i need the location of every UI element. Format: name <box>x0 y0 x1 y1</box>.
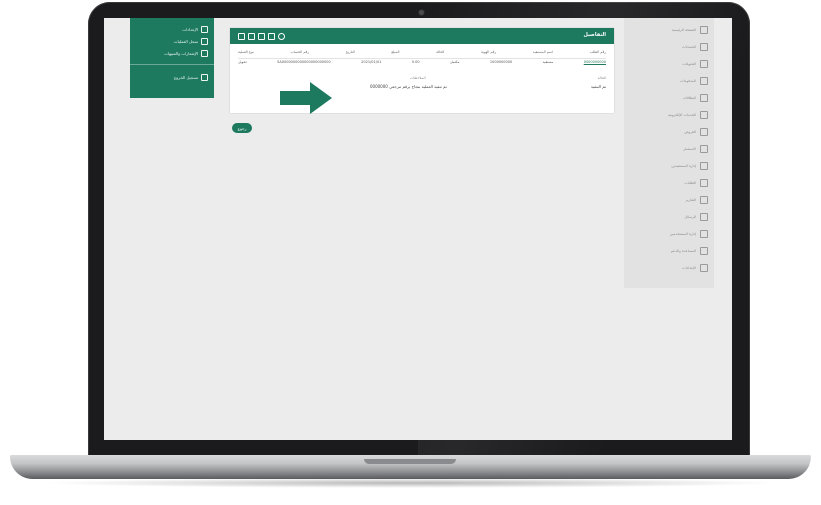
sidebar-item-investment[interactable]: الاستثمار <box>624 141 714 156</box>
table-header: رقم الطلب اسم المستفيد رقم الهوية الحالة… <box>238 50 606 59</box>
sidebar-item-label: الطلبات <box>684 180 697 185</box>
column-header[interactable]: المبلغ <box>391 50 399 58</box>
sidebar-item-label: الاستثمار <box>683 146 696 151</box>
chart-icon <box>700 144 708 153</box>
sidebar-item-accounts[interactable]: الحسابات <box>624 39 714 54</box>
table-cell: SA0000000000000000000000 <box>277 60 331 64</box>
sidebar-item-label: التحويلات <box>682 61 696 66</box>
bell-icon <box>201 49 208 57</box>
accounts-icon <box>700 42 708 51</box>
column-header[interactable]: نوع العملية <box>238 50 254 58</box>
log-icon <box>201 37 208 45</box>
card-icon <box>700 93 708 102</box>
info-icon[interactable] <box>278 33 285 40</box>
quick-action-label: الإشعارات والتنبيهات <box>164 50 198 56</box>
mail-icon <box>700 212 708 221</box>
sidebar-item-label: الخدمات الإلكترونية <box>667 112 696 117</box>
sidebar-item-label: الصفحة الرئيسية <box>671 27 696 32</box>
laptop-notch <box>364 459 456 464</box>
column-header[interactable]: رقم الحساب <box>290 50 309 58</box>
column-header[interactable]: الحالة <box>436 50 444 58</box>
sidebar-item-user-admin[interactable]: إدارة المستخدمين <box>624 226 714 241</box>
quick-action-logout[interactable]: تسجيل الخروج <box>174 72 208 82</box>
loan-icon <box>700 127 708 136</box>
report-icon <box>700 195 708 204</box>
logout-icon <box>201 73 208 81</box>
sidebar-item-cards[interactable]: البطاقات <box>624 90 714 105</box>
quick-actions-panel: الإعدادات سجل العمليات الإشعارات والتنبي… <box>130 18 214 98</box>
sidebar-item-home[interactable]: الصفحة الرئيسية <box>624 22 714 37</box>
sidebar-item-label: إدارة المستفيدين <box>671 163 696 168</box>
sidebar-item-label: المدفوعات <box>680 78 696 83</box>
quick-action-label: تسجيل الخروج <box>173 74 198 80</box>
users-icon <box>700 161 708 170</box>
column-header[interactable]: التاريخ <box>346 50 355 58</box>
panel-divider <box>130 64 214 65</box>
sidebar-item-payments[interactable]: المدفوعات <box>624 73 714 88</box>
user-admin-icon <box>700 229 708 238</box>
sidebar-item-label: البطاقات <box>682 95 696 100</box>
sidebar-item-requests[interactable]: الطلبات <box>624 175 714 190</box>
table-cell: 1000000000 <box>489 60 513 64</box>
sidebar: الصفحة الرئيسية الحسابات التحويلات المدف… <box>624 18 714 288</box>
sidebar-item-messages[interactable]: الرسائل <box>624 209 714 224</box>
laptop-shadow <box>40 478 781 488</box>
notes-label: الملاحظات <box>410 76 426 80</box>
table-cell: 0.00 <box>411 60 420 64</box>
column-header[interactable]: رقم الهوية <box>481 50 496 58</box>
sidebar-item-loans[interactable]: القروض <box>624 124 714 139</box>
quick-action-settings[interactable]: الإعدادات <box>182 24 208 34</box>
column-header[interactable]: رقم الطلب <box>590 50 606 58</box>
card-header: التفاصيل <box>230 28 614 44</box>
status-label: الحالة <box>597 76 606 80</box>
laptop-screen: الإعدادات سجل العمليات الإشعارات والتنبي… <box>104 18 732 440</box>
sidebar-item-beneficiaries[interactable]: إدارة المستفيدين <box>624 158 714 173</box>
grid-icon[interactable] <box>248 33 255 40</box>
notes-value: تم تنفيذ العملية بنجاح برقم مرجعي 000000… <box>370 84 447 89</box>
sidebar-item-reports[interactable]: التقارير <box>624 192 714 207</box>
quick-action-label: سجل العمليات <box>173 38 198 44</box>
table-row[interactable]: 0000000000 مستفيد 1000000000 مكتمل 0.00 … <box>238 60 606 68</box>
table-cell[interactable]: 0000000000 <box>584 60 606 68</box>
quick-action-notifications[interactable]: الإشعارات والتنبيهات <box>164 48 208 58</box>
payments-icon <box>700 76 708 85</box>
transfer-icon <box>700 59 708 68</box>
services-icon <box>700 110 708 119</box>
table-cell: مستفيد <box>542 60 554 64</box>
sidebar-item-transfers[interactable]: التحويلات <box>624 56 714 71</box>
column-header[interactable]: اسم المستفيد <box>533 50 553 58</box>
quick-action-label: الإعدادات <box>182 26 198 32</box>
document-icon[interactable] <box>258 33 265 40</box>
settings-icon <box>201 25 208 33</box>
quick-action-log[interactable]: سجل العمليات <box>174 36 208 46</box>
print-icon[interactable] <box>268 33 275 40</box>
gear-icon <box>700 263 708 272</box>
status-value: تم التنفيذ <box>590 84 606 89</box>
sidebar-item-services[interactable]: الخدمات الإلكترونية <box>624 107 714 122</box>
table-cell: تحويل <box>238 60 247 64</box>
sidebar-item-help[interactable]: المساعدة والدعم <box>624 243 714 258</box>
sidebar-item-label: الرسائل <box>684 214 696 219</box>
help-icon <box>700 246 708 255</box>
sidebar-item-settings[interactable]: الإعدادات <box>624 260 714 275</box>
webcam <box>419 10 424 15</box>
card-title: التفاصيل <box>583 32 606 38</box>
sidebar-item-label: إدارة المستخدمين <box>669 231 696 236</box>
table-cell: 2021/01/01 <box>361 60 382 64</box>
back-button[interactable]: رجوع <box>232 123 252 133</box>
callout-arrow-icon <box>280 82 332 114</box>
home-icon <box>700 25 708 34</box>
table-cell: مكتمل <box>449 60 460 64</box>
sidebar-item-label: الحسابات <box>682 44 696 49</box>
request-icon <box>700 178 708 187</box>
sidebar-item-label: القروض <box>684 129 696 134</box>
sidebar-item-label: التقارير <box>685 197 696 202</box>
sidebar-item-label: الإعدادات <box>682 265 696 270</box>
list-icon[interactable] <box>238 33 245 40</box>
sidebar-item-label: المساعدة والدعم <box>670 248 696 253</box>
